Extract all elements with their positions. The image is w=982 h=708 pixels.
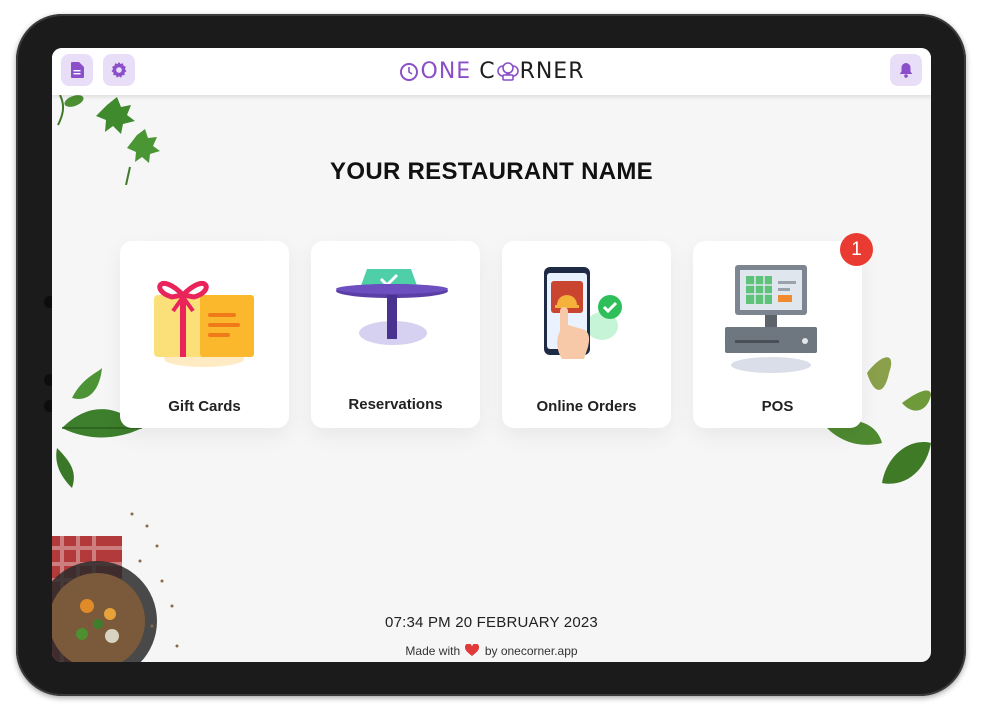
app-logo: ONE C RNER xyxy=(52,48,931,95)
phone-order-icon xyxy=(544,267,622,359)
top-bar: ONE C RNER xyxy=(52,48,931,95)
notifications-button[interactable] xyxy=(890,54,922,86)
reserved-table-icon xyxy=(336,269,448,345)
clock-o-icon xyxy=(399,62,418,81)
screen: ONE C RNER YOUR RESTAURANT NAME Gift Car… xyxy=(52,48,931,662)
tile-gift-cards[interactable]: Gift Cards xyxy=(120,241,289,428)
tile-label: Gift Cards xyxy=(168,398,241,415)
notification-badge: 1 xyxy=(840,233,873,266)
tile-pos[interactable]: POS xyxy=(693,241,862,428)
gift-card-icon xyxy=(154,281,254,367)
cash-register-icon xyxy=(725,265,817,373)
made-suffix: by onecorner.app xyxy=(484,644,578,658)
tile-label: Reservations xyxy=(348,396,443,413)
date-time: 07:34 PM 20 FEBRUARY 2023 xyxy=(385,614,598,631)
logo-corner-end: RNER xyxy=(519,59,585,84)
tile-online-orders[interactable]: Online Orders xyxy=(502,241,671,428)
tablet-frame: ONE C RNER YOUR RESTAURANT NAME Gift Car… xyxy=(16,14,966,696)
chef-hat-icon xyxy=(496,61,519,81)
made-prefix: Made with xyxy=(405,644,461,658)
bell-icon xyxy=(899,63,913,78)
restaurant-name: YOUR RESTAURANT NAME xyxy=(330,158,653,185)
salad-bowl-decoration xyxy=(52,512,179,662)
logo-corner-start: C xyxy=(479,59,496,84)
made-with-footer: Made with by onecorner.app xyxy=(52,643,931,658)
logo-corner: C RNER xyxy=(479,59,584,84)
logo-one: ONE xyxy=(399,59,472,84)
tile-label: POS xyxy=(761,398,794,415)
heart-icon xyxy=(465,643,480,656)
logo-one-text: ONE xyxy=(420,59,472,84)
tile-reservations[interactable]: Reservations xyxy=(311,241,480,428)
tile-label: Online Orders xyxy=(536,398,637,415)
